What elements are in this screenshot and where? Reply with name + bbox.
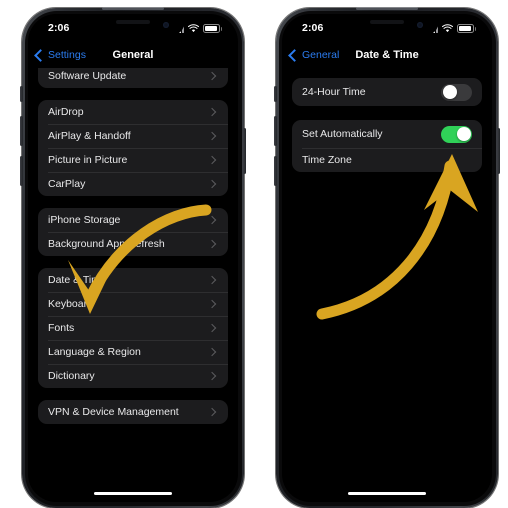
list-item-label: Software Update: [48, 70, 127, 82]
front-camera-icon: [163, 22, 169, 28]
earpiece-speaker-icon: [116, 20, 150, 24]
toggle-set-automatically[interactable]: [441, 125, 472, 143]
settings-list-right[interactable]: 24-Hour Time Set Automatically Time Zone: [282, 78, 492, 502]
mute-switch-button[interactable]: [274, 86, 277, 102]
chevron-right-icon: [207, 407, 217, 417]
list-item[interactable]: iPhone Storage: [38, 208, 228, 232]
earpiece-speaker-icon: [370, 20, 404, 24]
battery-icon: [203, 23, 222, 33]
toggle-24-hour-time[interactable]: [441, 83, 472, 101]
chevron-right-icon: [207, 179, 217, 189]
settings-group-connectivity: AirDrop AirPlay & Handoff Picture in Pic…: [38, 100, 228, 196]
volume-up-button[interactable]: [274, 116, 277, 146]
screen-left: 2:06 Settings General Software Update Ai…: [28, 14, 238, 502]
power-button[interactable]: [497, 128, 500, 174]
chevron-right-icon: [207, 155, 217, 165]
chevron-right-icon: [207, 215, 217, 225]
battery-icon: [457, 23, 476, 33]
list-item-date-and-time[interactable]: Date & Time: [38, 268, 228, 292]
notch: [335, 14, 439, 36]
list-item[interactable]: Language & Region: [38, 340, 228, 364]
antenna-line-icon: [102, 7, 164, 10]
nav-bar-right: General Date & Time: [282, 42, 492, 68]
power-button[interactable]: [243, 128, 246, 174]
list-item-label: Dictionary: [48, 370, 95, 382]
home-indicator[interactable]: [94, 492, 172, 495]
chevron-right-icon: [207, 371, 217, 381]
front-camera-icon: [417, 22, 423, 28]
chevron-right-icon: [207, 71, 217, 81]
settings-group-storage: iPhone Storage Background App Refresh: [38, 208, 228, 256]
list-item[interactable]: Fonts: [38, 316, 228, 340]
list-item-label: 24-Hour Time: [302, 86, 366, 98]
chevron-left-icon: [288, 48, 301, 62]
settings-group-timezone: Set Automatically Time Zone: [292, 120, 482, 172]
screen-right: 2:06 General Date & Time 24-Hour Time Se…: [282, 14, 492, 502]
list-item-label: Language & Region: [48, 346, 141, 358]
chevron-left-icon: [34, 48, 47, 62]
volume-down-button[interactable]: [274, 156, 277, 186]
list-item-label: Date & Time: [48, 274, 106, 286]
toggle-knob: [456, 127, 471, 141]
screenshot-root: 2:06 Settings General Software Update Ai…: [0, 0, 508, 508]
wifi-icon: [188, 23, 199, 32]
list-item[interactable]: Picture in Picture: [38, 148, 228, 172]
list-item[interactable]: Dictionary: [38, 364, 228, 388]
list-item-label: Time Zone: [302, 154, 352, 166]
list-item[interactable]: CarPlay: [38, 172, 228, 196]
iphone-right: 2:06 General Date & Time 24-Hour Time Se…: [274, 7, 500, 508]
chevron-right-icon: [207, 323, 217, 333]
status-time: 2:06: [302, 22, 324, 34]
settings-group-localization: Date & Time Keyboard Fonts Language & Re…: [38, 268, 228, 388]
list-item[interactable]: Background App Refresh: [38, 232, 228, 256]
list-item[interactable]: AirDrop: [38, 100, 228, 124]
list-item[interactable]: Keyboard: [38, 292, 228, 316]
chevron-right-icon: [207, 239, 217, 249]
status-time: 2:06: [48, 22, 70, 34]
chevron-right-icon: [207, 347, 217, 357]
list-item-time-zone[interactable]: Time Zone: [292, 148, 482, 172]
list-item[interactable]: VPN & Device Management: [38, 400, 228, 424]
list-item-set-automatically[interactable]: Set Automatically: [292, 120, 482, 148]
iphone-left: 2:06 Settings General Software Update Ai…: [20, 7, 246, 508]
wifi-icon: [442, 23, 453, 32]
volume-up-button[interactable]: [20, 116, 23, 146]
settings-list-left[interactable]: Software Update AirDrop AirPlay & Handof…: [28, 68, 238, 502]
notch: [81, 14, 185, 36]
back-button-label: General: [302, 49, 340, 61]
list-item[interactable]: AirPlay & Handoff: [38, 124, 228, 148]
volume-down-button[interactable]: [20, 156, 23, 186]
list-item-label: Picture in Picture: [48, 154, 128, 166]
list-item-label: AirPlay & Handoff: [48, 130, 131, 142]
chevron-right-icon: [207, 299, 217, 309]
chevron-right-icon: [207, 275, 217, 285]
mute-switch-button[interactable]: [20, 86, 23, 102]
list-item-label: AirDrop: [48, 106, 84, 118]
list-item-label: Keyboard: [48, 298, 93, 310]
toggle-knob: [442, 85, 457, 99]
home-indicator[interactable]: [348, 492, 426, 495]
list-item-label: Fonts: [48, 322, 75, 334]
settings-group-vpn: VPN & Device Management: [38, 400, 228, 424]
back-button-settings[interactable]: Settings: [28, 48, 86, 62]
list-item[interactable]: Software Update: [38, 68, 228, 88]
list-item-label: CarPlay: [48, 178, 86, 190]
back-button-general[interactable]: General: [282, 48, 340, 62]
list-item-24-hour-time[interactable]: 24-Hour Time: [292, 78, 482, 106]
chevron-right-icon: [207, 131, 217, 141]
list-item-label: Background App Refresh: [48, 238, 165, 250]
chevron-right-icon: [207, 107, 217, 117]
back-button-label: Settings: [48, 49, 86, 61]
list-item-label: VPN & Device Management: [48, 406, 179, 418]
settings-group-24hour: 24-Hour Time: [292, 78, 482, 106]
list-item-label: Set Automatically: [302, 128, 383, 140]
antenna-line-icon: [356, 7, 418, 10]
settings-group-software: Software Update: [38, 68, 228, 88]
list-item-label: iPhone Storage: [48, 214, 121, 226]
nav-bar-left: Settings General: [28, 42, 238, 68]
